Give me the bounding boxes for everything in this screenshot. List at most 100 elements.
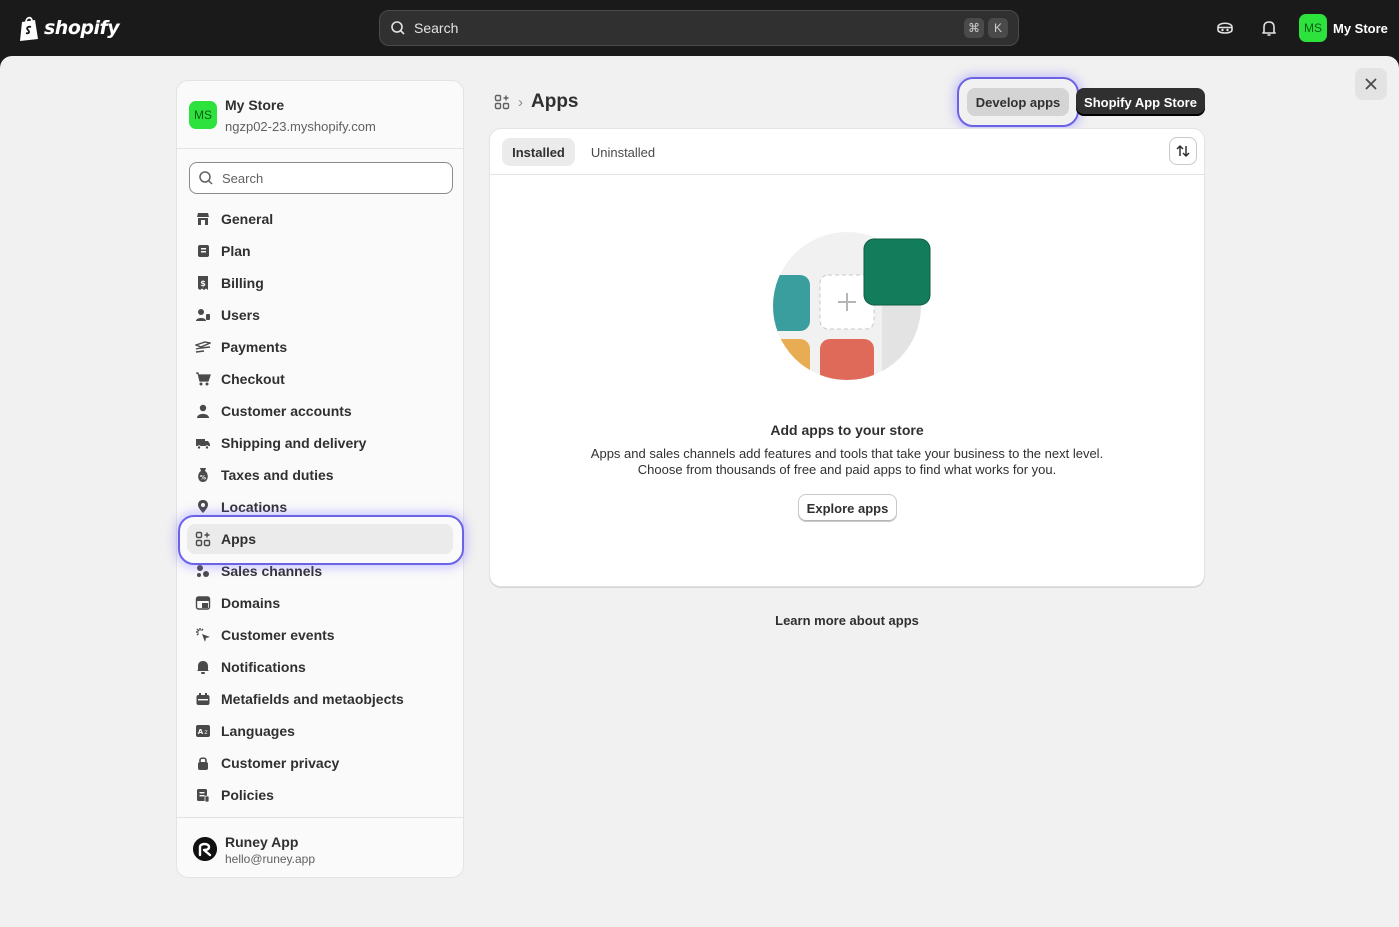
sidebar-item-label: Customer accounts (221, 403, 352, 419)
svg-text:A: A (198, 728, 204, 736)
empty-state-description: Apps and sales channels add features and… (490, 446, 1204, 478)
sidebar-item-label: General (221, 211, 274, 227)
sidekick-icon[interactable] (1215, 18, 1235, 38)
sidebar-item-plan[interactable]: Plan (187, 236, 453, 266)
sort-button[interactable] (1169, 137, 1197, 165)
apps-card: Installed Uninstalled Add apps to your s… (489, 128, 1205, 587)
lock-icon (198, 757, 208, 770)
page-title: Apps (531, 91, 579, 112)
shopify-bag-icon (20, 16, 38, 41)
cursor-click-icon (196, 628, 210, 642)
svg-text:$: $ (200, 279, 206, 288)
user-email: hello@runey.app (225, 852, 316, 866)
runey-logo (193, 837, 217, 861)
empty-state-title: Add apps to your store (770, 422, 924, 438)
users-icon (196, 309, 210, 321)
bell-icon[interactable] (1259, 18, 1279, 38)
tab-uninstalled[interactable]: Uninstalled (582, 138, 664, 166)
sidebar-item-general[interactable]: General (187, 204, 453, 234)
sidebar-item-label: Shipping and delivery (221, 435, 367, 451)
shopify-logo[interactable]: shopify (18, 14, 120, 42)
sidebar-item-billing[interactable]: $ Billing (187, 268, 453, 298)
account-footer[interactable]: Runey App hello@runey.app (177, 817, 463, 877)
sidebar-item-label: Taxes and duties (221, 467, 334, 483)
sort-icon (1176, 145, 1190, 157)
sidebar-item-label: Customer privacy (221, 755, 340, 771)
sidebar-item-customer-accounts[interactable]: Customer accounts (187, 396, 453, 426)
search-icon (199, 171, 213, 185)
apps-icon (195, 531, 211, 547)
empty-state-line-1: Apps and sales channels add features and… (590, 446, 1104, 461)
sidebar-item-label: Languages (221, 723, 295, 739)
sidebar-item-label: Apps (221, 531, 256, 547)
sidebar-item-taxes[interactable]: % Taxes and duties (187, 460, 453, 490)
taxes-icon: % (198, 468, 208, 482)
apps-illustration (773, 232, 931, 380)
sales-channels-icon (197, 565, 209, 577)
settings-sidebar: MS My Store ngzp02-23.myshopify.com Sear… (176, 80, 464, 878)
policies-icon (197, 789, 210, 803)
sidebar-item-label: Sales channels (221, 563, 323, 579)
payments-icon (195, 341, 211, 353)
brand-name: shopify (44, 17, 120, 39)
sidebar-item-label: Payments (221, 339, 288, 355)
tab-installed[interactable]: Installed (502, 138, 575, 166)
sidebar-item-apps[interactable]: Apps (187, 524, 453, 554)
shortcut-key-k: K (988, 18, 1008, 38)
sidebar-item-sales-channels[interactable]: Sales channels (187, 556, 453, 586)
metafields-icon (196, 693, 210, 705)
sidebar-item-label: Policies (221, 787, 274, 803)
close-button[interactable] (1355, 68, 1387, 100)
sidebar-item-customer-events[interactable]: Customer events (187, 620, 453, 650)
sidebar-item-label: Users (221, 307, 260, 323)
search-icon (391, 21, 405, 35)
sidebar-store-name: My Store (225, 97, 285, 113)
sidebar-item-label: Metafields and metaobjects (221, 691, 404, 707)
sidebar-item-languages[interactable]: Az Languages (187, 716, 453, 746)
close-icon (1365, 78, 1377, 90)
sidebar-item-shipping[interactable]: Shipping and delivery (187, 428, 453, 458)
breadcrumb-separator: › (518, 93, 523, 111)
person-icon (197, 404, 209, 418)
sidebar-item-metafields[interactable]: Metafields and metaobjects (187, 684, 453, 714)
develop-apps-button[interactable]: Develop apps (967, 88, 1069, 116)
search-placeholder: Search (222, 170, 264, 186)
sidebar-item-label: Billing (221, 275, 264, 291)
user-name: Runey App (225, 834, 299, 850)
store-menu[interactable]: MS My Store (1299, 14, 1388, 42)
location-pin-icon (198, 500, 208, 513)
learn-more-link[interactable]: Learn more about apps (489, 613, 1205, 628)
apps-icon[interactable] (494, 94, 510, 110)
sidebar-item-checkout[interactable]: Checkout (187, 364, 453, 394)
shortcut-key-cmd: ⌘ (964, 18, 984, 38)
sidebar-item-label: Locations (221, 499, 288, 515)
explore-apps-button[interactable]: Explore apps (798, 494, 897, 522)
sidebar-item-label: Checkout (221, 371, 285, 387)
sidebar-item-payments[interactable]: Payments (187, 332, 453, 362)
store-header[interactable]: MS My Store ngzp02-23.myshopify.com (177, 81, 463, 149)
sidebar-item-users[interactable]: Users (187, 300, 453, 330)
store-icon (197, 213, 209, 225)
sidebar-item-locations[interactable]: Locations (187, 492, 453, 522)
truck-icon (196, 439, 210, 450)
shopify-app-store-button[interactable]: Shopify App Store (1076, 88, 1205, 116)
store-domain: ngzp02-23.myshopify.com (225, 119, 376, 134)
sidebar-item-domains[interactable]: Domains (187, 588, 453, 618)
page-header: › Apps (494, 90, 579, 114)
bell-icon (197, 661, 209, 674)
settings-search-input[interactable]: Search (189, 162, 453, 194)
cart-icon (196, 372, 211, 386)
sidebar-item-notifications[interactable]: Notifications (187, 652, 453, 682)
sidebar-item-customer-privacy[interactable]: Customer privacy (187, 748, 453, 778)
billing-icon: $ (198, 276, 208, 290)
languages-icon: Az (196, 725, 210, 737)
search-placeholder: Search (414, 20, 459, 36)
sidebar-item-label: Domains (221, 595, 281, 611)
sidebar-item-label: Plan (221, 243, 251, 259)
global-search-input[interactable]: Search ⌘ K (379, 10, 1019, 46)
empty-state-line-2: Choose from thousands of free and paid a… (637, 462, 1057, 477)
sidebar-item-policies[interactable]: Policies (187, 780, 453, 810)
store-name: My Store (1333, 20, 1388, 36)
avatar: MS (1299, 14, 1327, 42)
sidebar-item-label: Notifications (221, 659, 306, 675)
